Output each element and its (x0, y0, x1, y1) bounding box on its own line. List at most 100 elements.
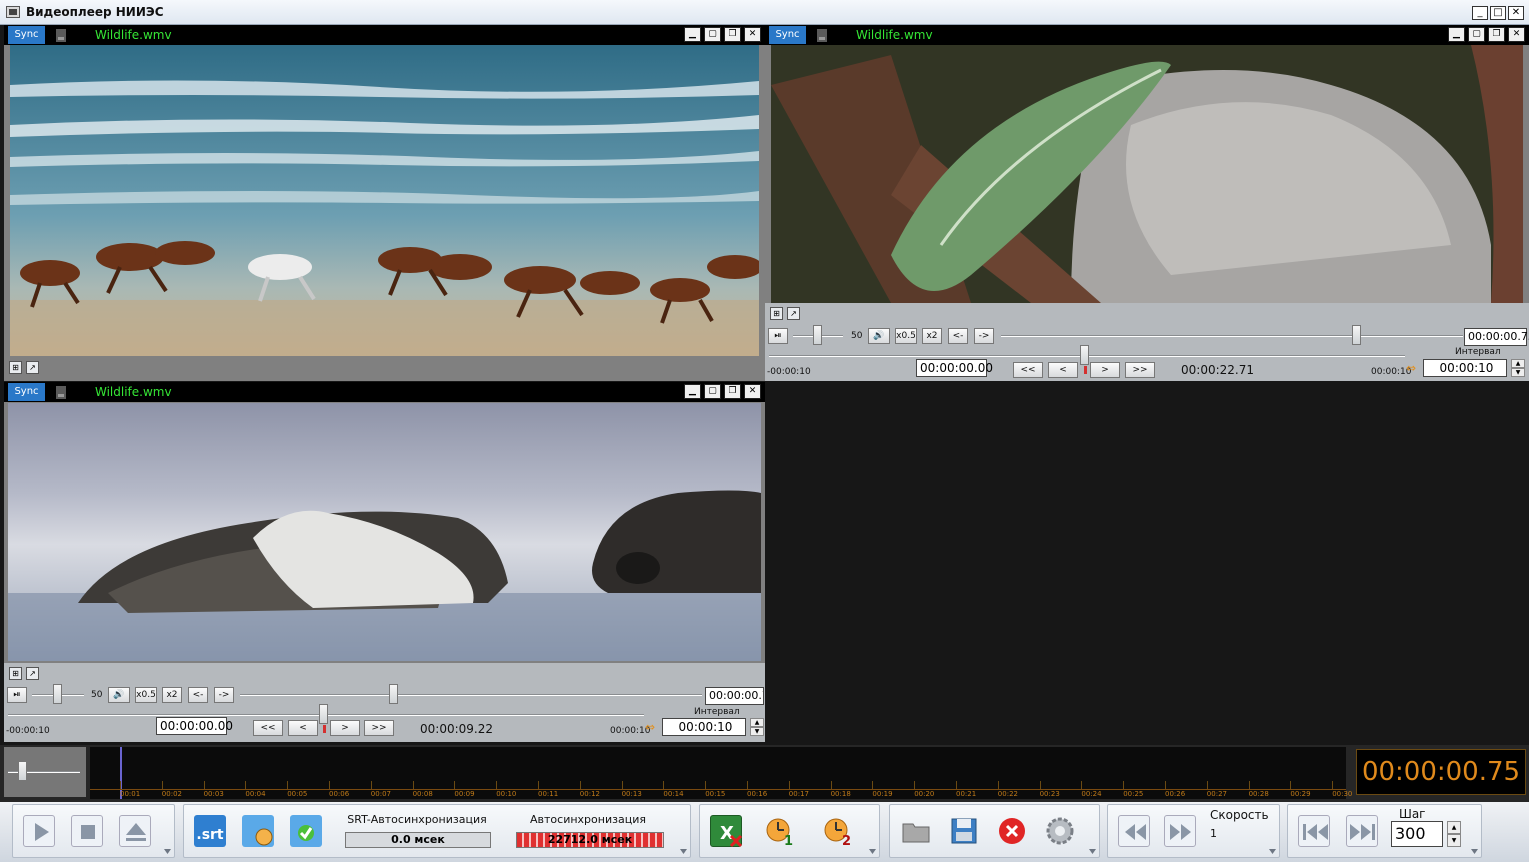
volume-thumb[interactable] (813, 325, 822, 345)
pane-maximize-button[interactable]: ▢ (704, 27, 721, 42)
range-thumb[interactable] (319, 704, 328, 724)
expand-icon[interactable]: ↗ (787, 307, 800, 320)
maximize-button[interactable]: □ (1490, 6, 1506, 20)
video-frame-seals[interactable] (8, 403, 761, 661)
play-button[interactable] (19, 811, 59, 851)
eject-button[interactable] (115, 811, 155, 851)
sync-tab[interactable]: Sync (769, 26, 806, 44)
pin-icon[interactable] (56, 386, 66, 399)
zoom-slider[interactable] (4, 747, 86, 797)
pane-close-button[interactable]: ✕ (744, 27, 761, 42)
pane-minimize-button[interactable]: ▁ (1448, 27, 1465, 42)
current-time: 00:00:22.71 (1181, 363, 1254, 377)
group-menu-icon[interactable] (1471, 849, 1478, 854)
sync-tab[interactable]: Sync (8, 26, 45, 44)
group-menu-icon[interactable] (1269, 849, 1276, 854)
srt-check-button[interactable] (286, 811, 326, 851)
position-thumb[interactable] (389, 684, 398, 704)
pin-icon[interactable] (817, 29, 827, 42)
timeline-tick (705, 781, 707, 789)
clock-1-button[interactable]: 1 (760, 811, 800, 851)
slower-button[interactable] (1114, 811, 1154, 851)
minimize-button[interactable]: _ (1472, 6, 1488, 20)
timeline-tick-label: 00:04 (245, 790, 266, 798)
export-excel-button[interactable]: X (706, 811, 746, 851)
group-menu-icon[interactable] (680, 849, 687, 854)
pane-maximize-button[interactable]: ▢ (704, 384, 721, 399)
step-back-button[interactable]: <- (188, 687, 208, 703)
interval-field[interactable]: 00:00:10 (1423, 359, 1507, 377)
forward-button[interactable]: > (1090, 362, 1120, 378)
pane-close-button[interactable]: ✕ (744, 384, 761, 399)
pane-restore-button[interactable]: ❐ (724, 384, 741, 399)
close-window-button[interactable]: ✕ (1508, 6, 1524, 20)
mute-button[interactable]: 🔊 (868, 328, 890, 344)
settings-gear-button[interactable] (1040, 811, 1080, 851)
timeline-tick-label: 00:25 (1123, 790, 1144, 798)
play-pause-button[interactable]: ⏯ (768, 328, 788, 344)
timeline-track[interactable]: 00:01 00:02 00:03 00:04 00:05 00:06 00:07 00:08… (90, 747, 1352, 799)
open-folder-button[interactable] (896, 811, 936, 851)
range-thumb[interactable] (1080, 345, 1089, 365)
start-time-field[interactable]: 00:00:00.00 (916, 359, 993, 377)
forward-fast-button[interactable]: >> (364, 720, 394, 736)
interval-spinner[interactable]: ▲ ▼ (750, 718, 764, 736)
fit-screen-icon[interactable]: ⊞ (770, 307, 783, 320)
pane-maximize-button[interactable]: ▢ (1468, 27, 1485, 42)
srt-button[interactable]: .srt (190, 811, 230, 851)
rewind-button[interactable]: < (1048, 362, 1078, 378)
timeline-tick-label: 00:07 (370, 790, 391, 798)
range-left-label: -00:00:10 (6, 726, 50, 736)
timeline-tick-label: 00:10 (496, 790, 517, 798)
fit-screen-icon[interactable]: ⊞ (9, 667, 22, 680)
pane-restore-button[interactable]: ❐ (1488, 27, 1505, 42)
interval-field[interactable]: 00:00:10 (662, 718, 746, 736)
stop-button[interactable] (67, 811, 107, 851)
expand-icon[interactable]: ↗ (26, 361, 39, 374)
group-menu-icon[interactable] (164, 849, 171, 854)
close-file-button[interactable] (992, 811, 1032, 851)
video-frame-koala[interactable] (771, 45, 1523, 303)
group-menu-icon[interactable] (1089, 849, 1096, 854)
step-forward-button[interactable]: -> (214, 687, 234, 703)
speed-half-button[interactable]: x0.5 (135, 687, 157, 703)
expand-icon[interactable]: ↗ (26, 667, 39, 680)
start-time-field[interactable]: 00:00:00.00 (156, 717, 233, 735)
speed-double-button[interactable]: x2 (162, 687, 182, 703)
rewind-fast-button[interactable]: << (1013, 362, 1043, 378)
interval-spinner[interactable]: ▲ ▼ (1511, 359, 1525, 377)
position-track[interactable] (1001, 335, 1463, 337)
position-track[interactable] (240, 694, 702, 696)
pane-minimize-button[interactable]: ▁ (684, 27, 701, 42)
save-button[interactable] (944, 811, 984, 851)
speed-double-button[interactable]: x2 (922, 328, 942, 344)
clock-2-button[interactable]: 2 (818, 811, 858, 851)
step-forward-button[interactable]: -> (974, 328, 994, 344)
faster-button[interactable] (1160, 811, 1200, 851)
timeline-tick-label: 00:09 (454, 790, 475, 798)
fit-screen-icon[interactable]: ⊞ (9, 361, 22, 374)
pane-restore-button[interactable]: ❐ (724, 27, 741, 42)
step-backward-button[interactable] (1294, 811, 1334, 851)
step-back-button[interactable]: <- (948, 328, 968, 344)
rewind-fast-button[interactable]: << (253, 720, 283, 736)
pin-icon[interactable] (56, 29, 66, 42)
forward-fast-button[interactable]: >> (1125, 362, 1155, 378)
group-menu-icon[interactable] (869, 849, 876, 854)
forward-button[interactable]: > (330, 720, 360, 736)
volume-thumb[interactable] (53, 684, 62, 704)
playback-controls: ⊞ ↗ ⏯ 50 🔊 x0.5 x2 <- -> 00:00:00.70 Инт… (4, 663, 765, 742)
pane-close-button[interactable]: ✕ (1508, 27, 1525, 42)
srt-time-button[interactable] (238, 811, 278, 851)
play-pause-button[interactable]: ⏯ (7, 687, 27, 703)
step-spinner[interactable]: ▲ ▼ (1447, 821, 1461, 847)
video-frame-horses[interactable] (10, 45, 759, 356)
step-forward-button[interactable] (1342, 811, 1382, 851)
step-input[interactable]: 300 (1391, 821, 1443, 847)
pane-minimize-button[interactable]: ▁ (684, 384, 701, 399)
sync-tab[interactable]: Sync (8, 383, 45, 401)
rewind-button[interactable]: < (288, 720, 318, 736)
position-thumb[interactable] (1352, 325, 1361, 345)
mute-button[interactable]: 🔊 (108, 687, 130, 703)
speed-half-button[interactable]: x0.5 (895, 328, 917, 344)
